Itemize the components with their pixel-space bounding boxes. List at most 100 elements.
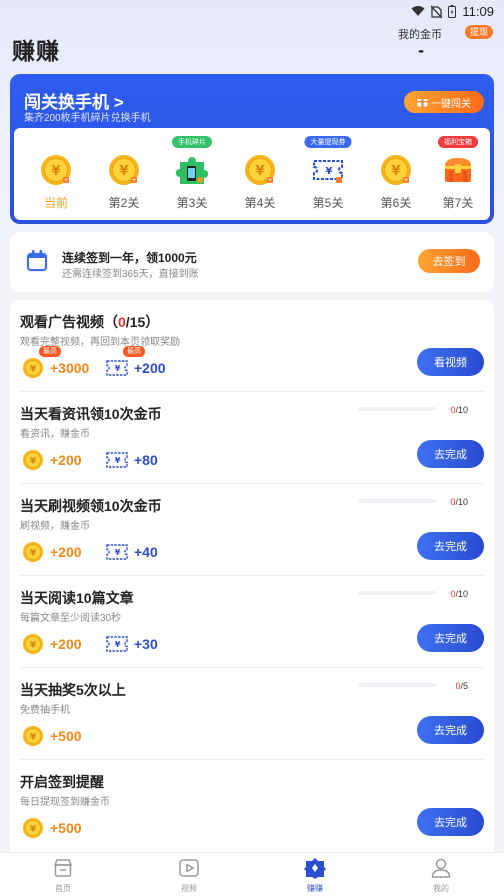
- watch-video-button[interactable]: 看视频: [417, 348, 484, 376]
- nav-item-video[interactable]: 视频: [126, 853, 252, 896]
- ticket-icon: ¥: [106, 636, 128, 652]
- coin-icon: ¥: [23, 542, 43, 562]
- task-title: 当天看资讯领10次金币: [20, 406, 162, 422]
- treasure-box-tag: 福利宝箱: [438, 136, 478, 148]
- nav-label: 首页: [55, 884, 71, 893]
- svg-text:¥: ¥: [119, 164, 128, 179]
- progress-track: [358, 683, 436, 687]
- one-click-label: 一键闯关: [431, 98, 471, 110]
- level-item-5[interactable]: 大量提现券 ¥ 第5关: [298, 128, 358, 220]
- coin-icon: ¥: [23, 634, 43, 654]
- svg-text:+: +: [63, 177, 68, 184]
- level-item-7[interactable]: 福利宝箱 第7关: [428, 128, 488, 220]
- max-tag: 最高: [123, 346, 145, 357]
- level-label: 第6关: [380, 196, 412, 210]
- ticket-reward-amount: +40: [134, 544, 158, 560]
- coin-icon: ¥+: [41, 155, 71, 185]
- task-title: 观看广告视频（0/15）: [20, 312, 159, 332]
- coin-reward-amount: +500: [50, 728, 82, 744]
- svg-text:+: +: [267, 177, 272, 184]
- progress-total: /5: [460, 681, 468, 691]
- ticket-reward: ¥ +80: [106, 448, 158, 472]
- my-coins-value: -: [418, 40, 424, 60]
- coin-reward: ¥ +500: [22, 816, 82, 840]
- level-item-2[interactable]: ¥ + 第2关: [94, 128, 154, 220]
- ticket-icon: ¥: [106, 544, 128, 560]
- ticket-reward-amount: +200: [134, 360, 166, 376]
- coin-icon: ¥: [23, 450, 43, 470]
- treasure-chest-icon: [445, 158, 471, 182]
- task-title: 当天抽奖5次以上: [20, 682, 126, 698]
- coin-reward-amount: +200: [50, 452, 82, 468]
- svg-text:¥: ¥: [30, 365, 37, 375]
- task-title: 当天阅读10篇文章: [20, 590, 134, 606]
- progress-total: /10: [455, 405, 468, 415]
- signin-card: 连续签到一年，领1000元 还需连续签到365天，直接到账 去签到: [10, 232, 494, 292]
- coin-reward: ¥ +200: [22, 448, 82, 472]
- nav-item-earn[interactable]: 赚赚: [252, 853, 378, 896]
- svg-text:¥: ¥: [115, 456, 121, 465]
- level-label: 第7关: [442, 196, 474, 210]
- svg-text:¥: ¥: [51, 164, 60, 179]
- task-description: 免费抽手机: [20, 705, 70, 716]
- level-label: 第4关: [244, 196, 276, 210]
- level-item-4[interactable]: ¥ + 第4关: [230, 128, 290, 220]
- level-item-1[interactable]: ¥ + 当前: [26, 128, 86, 220]
- no-sim-icon: [431, 5, 443, 18]
- status-bar: 11:09: [0, 0, 504, 22]
- task-description: 每篇文章至少阅读30秒: [20, 613, 122, 624]
- challenge-subtitle: 集齐200枚手机碎片兑换手机: [24, 113, 151, 124]
- nav-item-home[interactable]: 首页: [0, 853, 126, 896]
- progress-total: /10: [455, 497, 468, 507]
- svg-text:¥: ¥: [30, 733, 37, 743]
- task-progress: 0/10: [358, 405, 468, 415]
- signin-subtitle: 还需连续签到365天，直接到账: [62, 269, 199, 280]
- task-progress: 0/5: [358, 681, 468, 691]
- signin-button[interactable]: 去签到: [418, 249, 480, 273]
- task-lottery: 当天抽奖5次以上 免费抽手机 0/5 ¥ +500 去完成: [10, 668, 494, 760]
- svg-text:¥: ¥: [115, 364, 121, 373]
- profile-icon: [431, 858, 451, 878]
- ticket-icon: ¥: [313, 160, 343, 183]
- coin-reward-amount: +200: [50, 636, 82, 652]
- task-read-articles: 当天阅读10篇文章 每篇文章至少阅读30秒 0/10 ¥ +200 ¥ +30 …: [10, 576, 494, 668]
- ticket-icon: ¥: [106, 360, 128, 376]
- complete-button[interactable]: 去完成: [417, 716, 484, 744]
- coin-reward-amount: +200: [50, 544, 82, 560]
- coin-reward-amount: +3000: [50, 360, 90, 376]
- coin-reward: ¥ +500: [22, 724, 82, 748]
- task-read-news: 当天看资讯领10次金币 看资讯，赚金币 0/10 ¥ +200 ¥ +80 去完…: [10, 392, 494, 484]
- level-item-3[interactable]: 手机碎片 第3关: [162, 128, 222, 220]
- coin-reward: ¥ +200: [22, 540, 82, 564]
- progress-text: 0/5: [455, 681, 468, 691]
- coin-reward-amount: +500: [50, 820, 82, 836]
- challenge-card: 闯关换手机 > 集齐200枚手机碎片兑换手机 一键闯关 ¥ + 当前 ¥ + 第2关…: [10, 74, 494, 224]
- complete-button[interactable]: 去完成: [417, 624, 484, 652]
- svg-text:¥: ¥: [30, 457, 37, 467]
- ticket-icon: ¥: [106, 452, 128, 468]
- signin-title: 连续签到一年，领1000元: [62, 251, 197, 265]
- level-label: 第2关: [108, 196, 140, 210]
- svg-text:+: +: [403, 177, 408, 184]
- task-progress: 0/10: [358, 497, 468, 507]
- complete-button[interactable]: 去完成: [417, 532, 484, 560]
- one-click-challenge-button[interactable]: 一键闯关: [404, 91, 484, 113]
- task-progress-count: 0: [118, 314, 126, 330]
- complete-button[interactable]: 去完成: [417, 440, 484, 468]
- ticket-reward-amount: +30: [134, 636, 158, 652]
- svg-text:¥: ¥: [326, 166, 333, 177]
- svg-text:¥: ¥: [30, 641, 37, 651]
- level-item-6[interactable]: ¥ + 第6关: [366, 128, 426, 220]
- svg-text:¥: ¥: [115, 548, 121, 557]
- gift-icon: [417, 99, 428, 107]
- nav-label: 我的: [433, 884, 449, 893]
- nav-item-profile[interactable]: 我的: [378, 853, 504, 896]
- home-shop-icon: [53, 859, 73, 877]
- withdraw-button[interactable]: 提现: [464, 25, 493, 39]
- complete-button[interactable]: 去完成: [417, 808, 484, 836]
- coin-reward: 最高 ¥ +3000: [22, 346, 90, 380]
- ticket-reward: ¥ +40: [106, 540, 158, 564]
- task-progress: 0/10: [358, 589, 468, 599]
- withdraw-voucher-tag: 大量提现券: [304, 136, 352, 148]
- calendar-icon: [26, 250, 48, 272]
